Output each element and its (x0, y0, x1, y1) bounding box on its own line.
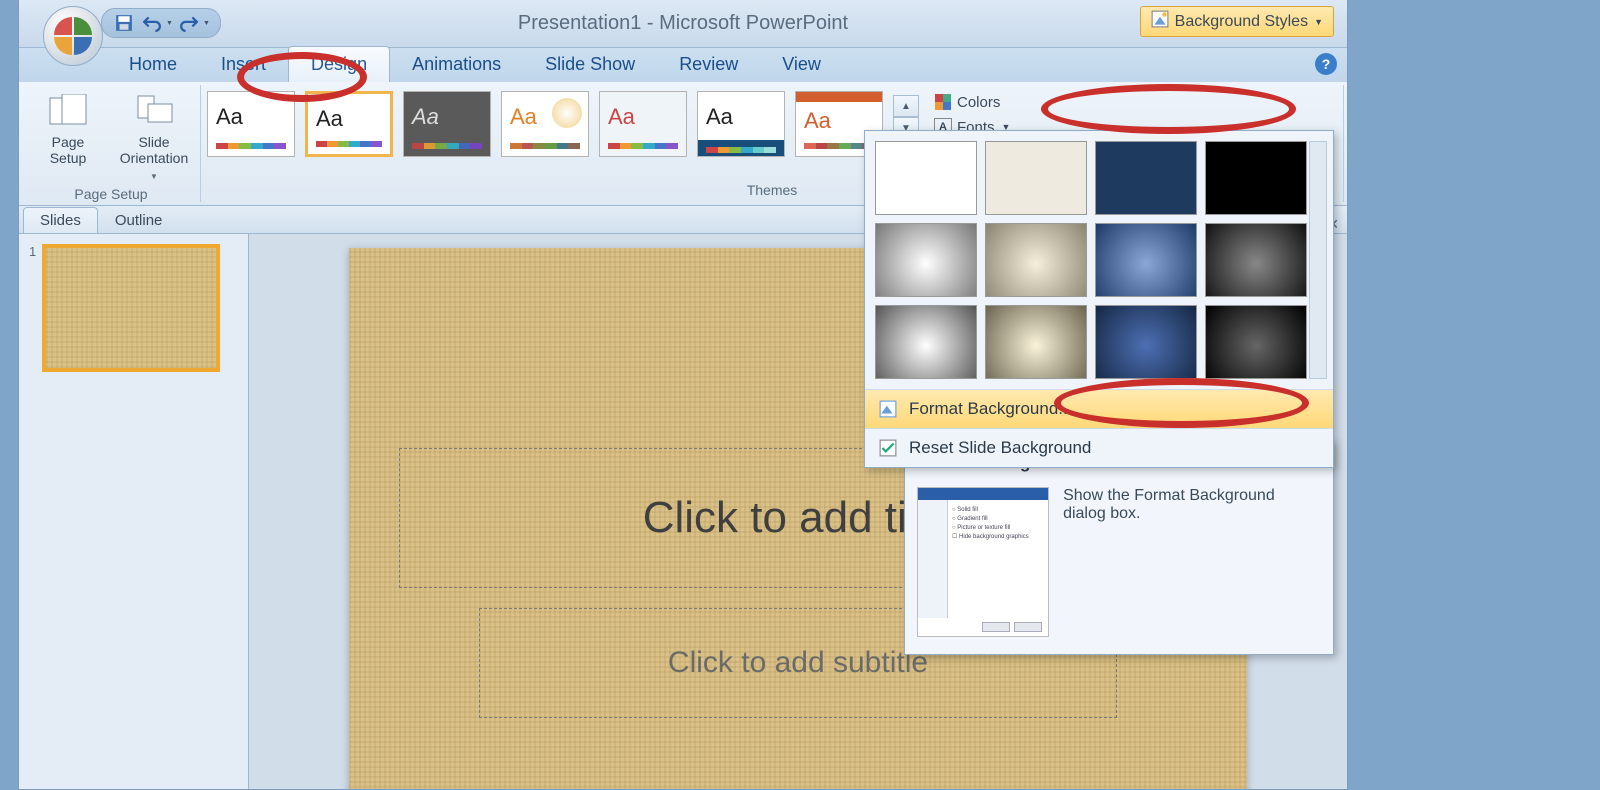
save-icon[interactable] (112, 11, 136, 35)
tab-home[interactable]: Home (107, 47, 199, 82)
background-styles-button[interactable]: Background Styles ▼ (1140, 6, 1334, 37)
bg-style-item[interactable] (1095, 223, 1197, 297)
bg-style-item[interactable] (985, 141, 1087, 215)
undo-dropdown-icon[interactable]: ▼ (166, 20, 173, 27)
group-page-setup: Page Setup Slide Orientation ▼ Page Setu… (22, 85, 201, 202)
format-background-menu-item[interactable]: Format Background... (865, 389, 1333, 428)
format-background-icon (877, 398, 899, 420)
format-background-tooltip: Format Background ○ Solid fill○ Gradient… (904, 440, 1334, 655)
background-styles-icon (1151, 10, 1169, 33)
bg-style-item[interactable] (1205, 223, 1307, 297)
theme-scroll-up-icon[interactable]: ▲ (893, 95, 919, 117)
orientation-icon (132, 91, 176, 131)
tab-slideshow[interactable]: Slide Show (523, 47, 657, 82)
theme-item[interactable]: Aa (403, 91, 491, 157)
slides-tab[interactable]: Slides (23, 207, 98, 233)
theme-item[interactable]: Aa (305, 91, 393, 157)
theme-item[interactable]: Aa (599, 91, 687, 157)
undo-icon[interactable] (140, 11, 164, 35)
bg-style-item[interactable] (1205, 305, 1307, 379)
bg-style-item[interactable] (985, 305, 1087, 379)
orientation-label: Slide Orientation ▼ (120, 134, 188, 182)
thumbnail-panel: 1 (19, 234, 249, 789)
tab-animations[interactable]: Animations (390, 47, 523, 82)
bg-style-item[interactable] (1095, 141, 1197, 215)
app-window: Presentation1 - Microsoft PowerPoint ▼ ▼… (18, 0, 1348, 790)
background-styles-gallery: Format Background... Reset Slide Backgro… (864, 130, 1334, 468)
colors-icon (934, 93, 952, 111)
reset-background-icon (877, 437, 899, 459)
office-button[interactable] (43, 6, 103, 66)
help-icon[interactable]: ? (1315, 53, 1337, 75)
slide-thumbnail[interactable]: 1 (29, 244, 238, 372)
bg-style-item[interactable] (985, 223, 1087, 297)
quick-access-toolbar: ▼ ▼ (101, 8, 221, 38)
theme-item[interactable]: Aa (697, 91, 785, 157)
reset-background-menu-item[interactable]: Reset Slide Background (865, 428, 1333, 467)
page-setup-group-label: Page Setup (28, 186, 194, 204)
bg-style-item[interactable] (1205, 141, 1307, 215)
bg-style-item[interactable] (875, 223, 977, 297)
tooltip-preview-image: ○ Solid fill○ Gradient fill○ Picture or … (917, 487, 1049, 637)
redo-icon[interactable] (177, 11, 201, 35)
page-setup-label: Page Setup (50, 134, 87, 166)
tooltip-description: Show the Format Background dialog box. (1063, 487, 1321, 637)
theme-gallery: Aa Aa Aa Aa (207, 87, 919, 161)
slide-number: 1 (29, 244, 36, 372)
page-setup-icon (46, 91, 90, 131)
theme-item[interactable]: Aa (501, 91, 589, 157)
tab-insert[interactable]: Insert (199, 47, 288, 82)
page-setup-button[interactable]: Page Setup (28, 87, 108, 170)
slide-thumb-image (42, 244, 220, 372)
tab-view[interactable]: View (760, 47, 843, 82)
theme-colors-button[interactable]: Colors (931, 91, 1022, 113)
tab-review[interactable]: Review (657, 47, 760, 82)
outline-tab[interactable]: Outline (98, 207, 180, 233)
bg-style-item[interactable] (1095, 305, 1197, 379)
gallery-scrollbar[interactable] (1309, 141, 1327, 379)
bg-style-item[interactable] (875, 141, 977, 215)
slide-orientation-button[interactable]: Slide Orientation ▼ (114, 87, 194, 186)
bg-style-item[interactable] (875, 305, 977, 379)
qat-customize-icon[interactable]: ▼ (203, 20, 210, 27)
tab-design[interactable]: Design (288, 46, 390, 82)
theme-item[interactable]: Aa (207, 91, 295, 157)
chevron-down-icon: ▼ (1314, 17, 1323, 27)
ribbon-tabs: Home Insert Design Animations Slide Show… (19, 48, 1347, 82)
